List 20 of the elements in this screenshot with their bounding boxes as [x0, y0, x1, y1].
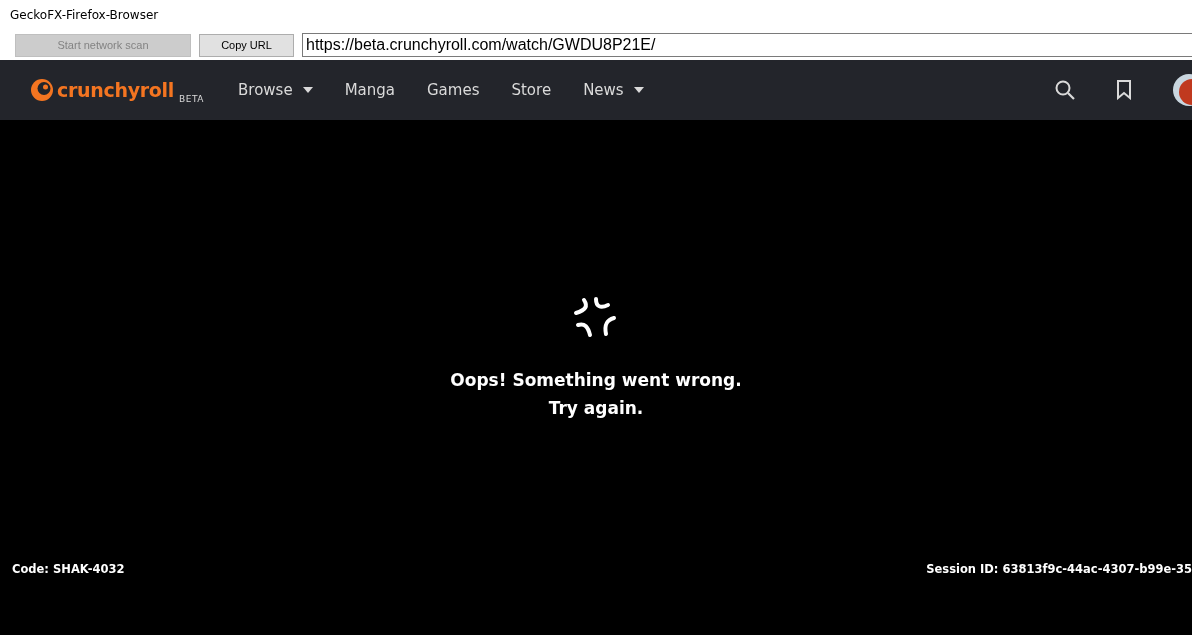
nav-link[interactable]: Games [427, 81, 480, 99]
avatar-icon[interactable] [1172, 73, 1192, 107]
error-message: Oops! Something went wrong. [450, 369, 742, 392]
logo-text[interactable]: crunchyroll [57, 79, 174, 101]
nav-link[interactable]: News [583, 81, 644, 99]
nav-link[interactable]: Manga [344, 81, 395, 99]
search-icon[interactable] [1054, 79, 1076, 101]
beta-label: BETA [179, 94, 204, 104]
caret-icon [633, 87, 644, 93]
copy-url-button[interactable]: Copy URL [199, 33, 294, 57]
error-message: Try again. [548, 397, 644, 420]
window-title: GeckoFX-Firefox-Browser [10, 8, 159, 22]
url-field[interactable]: https://beta.crunchyroll.com/watch/GWDU8P21E/ [302, 33, 1192, 57]
error-code: Code: SHAK-4032 [12, 562, 125, 576]
logo-icon [30, 78, 54, 102]
bookmark-icon[interactable] [1116, 80, 1132, 100]
session-id: Session ID: 63813f9c-44ac-4307-b99e-35 [926, 562, 1192, 576]
nav-link[interactable]: Browse [238, 81, 313, 99]
caret-icon [302, 87, 313, 93]
nav-link[interactable]: Store [511, 81, 552, 99]
